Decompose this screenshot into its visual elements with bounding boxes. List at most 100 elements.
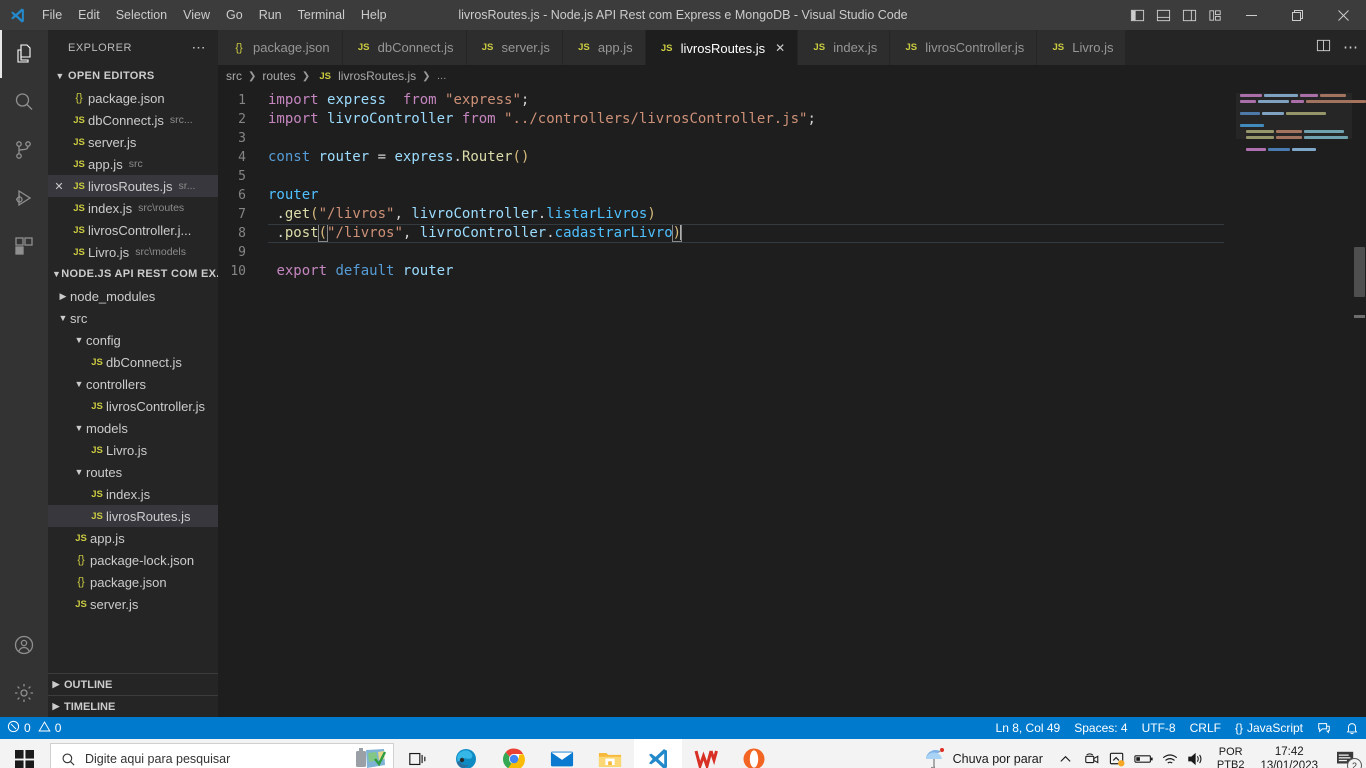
open-editor-item[interactable]: JS server.js [48,131,218,153]
microsoft-edge-icon[interactable] [442,739,490,768]
notification-center-icon[interactable]: 2 [1326,739,1366,768]
breadcrumb-src[interactable]: src [226,69,242,83]
customize-layout-icon[interactable] [1202,0,1228,30]
editor-tab[interactable]: JS dbConnect.js [342,30,467,65]
battery-icon[interactable] [1131,739,1157,768]
window-maximize-button[interactable] [1274,0,1320,30]
window-minimize-button[interactable] [1228,0,1274,30]
editor-more-actions-icon[interactable]: ⋯ [1343,40,1358,55]
wps-office-icon[interactable] [682,739,730,768]
open-editor-item[interactable]: ✕ JS livrosRoutes.js sr... [48,175,218,197]
status-notifications-bell-icon[interactable] [1338,717,1366,739]
tree-folder[interactable]: ▼ models [48,417,218,439]
onedrive-icon[interactable] [1105,739,1131,768]
file-explorer-icon[interactable] [586,739,634,768]
menu-run[interactable]: Run [251,4,290,26]
tree-file[interactable]: JS livrosController.js [48,395,218,417]
chevron-right-icon[interactable]: ▶ [56,291,70,302]
sidebar-more-actions-icon[interactable]: ⋯ [192,39,211,56]
status-feedback-icon[interactable] [1310,717,1338,739]
menu-selection[interactable]: Selection [108,4,175,26]
chevron-down-icon[interactable]: ▼ [56,313,70,323]
activity-explorer[interactable] [0,30,48,78]
scrollbar-thumb[interactable] [1354,247,1365,297]
tree-file[interactable]: {} package.json [48,571,218,593]
breadcrumb-symbols[interactable]: … [437,71,447,82]
editor-tab[interactable]: JS livrosController.js [890,30,1038,65]
open-editor-item[interactable]: JS dbConnect.js src... [48,109,218,131]
task-view-icon[interactable] [394,739,442,768]
open-editor-item[interactable]: JS index.js src\routes [48,197,218,219]
weather-widget[interactable]: Chuva por parar [913,746,1053,768]
input-language-indicator[interactable]: POR PTB2 [1209,746,1253,768]
menu-go[interactable]: Go [218,4,251,26]
menu-terminal[interactable]: Terminal [290,4,353,26]
section-open-editors[interactable]: ▼ OPEN EDITORS [48,65,218,87]
open-editor-item[interactable]: JS livrosController.j... [48,219,218,241]
menu-file[interactable]: File [34,4,70,26]
tree-folder[interactable]: ▼ controllers [48,373,218,395]
chevron-down-icon[interactable]: ▼ [72,379,86,389]
editor-tab-actions[interactable]: ⋯ [1316,30,1366,65]
chevron-down-icon[interactable]: ▼ [72,423,86,433]
tab-close-icon[interactable]: ✕ [775,41,785,55]
editor-tab[interactable]: JS server.js [466,30,563,65]
status-problems[interactable]: 0 0 [0,717,68,739]
editor-tab[interactable]: {} package.json [218,30,343,65]
camera-icon[interactable] [1079,739,1105,768]
tree-folder[interactable]: ▶ node_modules [48,285,218,307]
tree-file[interactable]: JS app.js [48,527,218,549]
tree-file[interactable]: JS livrosRoutes.js [48,505,218,527]
visual-studio-code-icon[interactable] [634,739,682,768]
clock[interactable]: 17:42 13/01/2023 [1252,745,1326,768]
editor-scrollbar[interactable] [1352,87,1366,717]
status-cursor-position[interactable]: Ln 8, Col 49 [989,717,1068,739]
tree-folder[interactable]: ▼ config [48,329,218,351]
volume-icon[interactable] [1183,739,1209,768]
menu-bar[interactable]: File Edit Selection View Go Run Terminal… [34,4,395,26]
open-editor-item[interactable]: {} package.json [48,87,218,109]
tree-file[interactable]: JS server.js [48,593,218,615]
breadcrumb-file[interactable]: livrosRoutes.js [338,69,416,83]
tree-file[interactable]: JS index.js [48,483,218,505]
chevron-down-icon[interactable]: ▼ [72,467,86,477]
search-highlight-icon[interactable] [349,744,393,768]
menu-help[interactable]: Help [353,4,395,26]
editor-tab[interactable]: JS app.js [562,30,646,65]
activity-manage-gear-icon[interactable] [0,669,48,717]
tree-file[interactable]: JS Livro.js [48,439,218,461]
taskbar-search-box[interactable]: Digite aqui para pesquisar [50,743,394,768]
title-bar-controls[interactable] [1124,0,1366,30]
google-chrome-icon[interactable] [490,739,538,768]
minimap[interactable] [1236,87,1366,717]
toggle-primary-sidebar-icon[interactable] [1124,0,1150,30]
status-indentation[interactable]: Spaces: 4 [1067,717,1134,739]
breadcrumb-routes[interactable]: routes [262,69,295,83]
status-encoding[interactable]: UTF-8 [1135,717,1183,739]
tree-folder[interactable]: ▼ routes [48,461,218,483]
windows-start-icon[interactable] [0,739,48,768]
code-content[interactable]: 1 import express from "express"; 2 impor… [218,87,1236,717]
activity-extensions[interactable] [0,222,48,270]
open-editor-item[interactable]: JS app.js src [48,153,218,175]
chevron-up-icon[interactable] [1053,739,1079,768]
activity-search[interactable] [0,78,48,126]
wifi-icon[interactable] [1157,739,1183,768]
editor-tab[interactable]: JS livrosRoutes.js ✕ [645,30,799,65]
mail-icon[interactable] [538,739,586,768]
editor-tab[interactable]: JS Livro.js [1037,30,1127,65]
minimap-slider[interactable] [1236,93,1352,139]
tree-file[interactable]: {} package-lock.json [48,549,218,571]
menu-edit[interactable]: Edit [70,4,108,26]
section-timeline[interactable]: ▶ TIMELINE [48,695,218,717]
activity-accounts[interactable] [0,621,48,669]
window-close-button[interactable] [1320,0,1366,30]
tree-folder[interactable]: ▼ src [48,307,218,329]
status-eol[interactable]: CRLF [1183,717,1228,739]
activity-source-control[interactable] [0,126,48,174]
editor-tab[interactable]: JS index.js [798,30,891,65]
opera-icon[interactable] [730,739,778,768]
toggle-secondary-sidebar-icon[interactable] [1176,0,1202,30]
section-project[interactable]: ▼ NODE.JS API REST COM EX... [48,263,218,285]
activity-run-and-debug[interactable] [0,174,48,222]
